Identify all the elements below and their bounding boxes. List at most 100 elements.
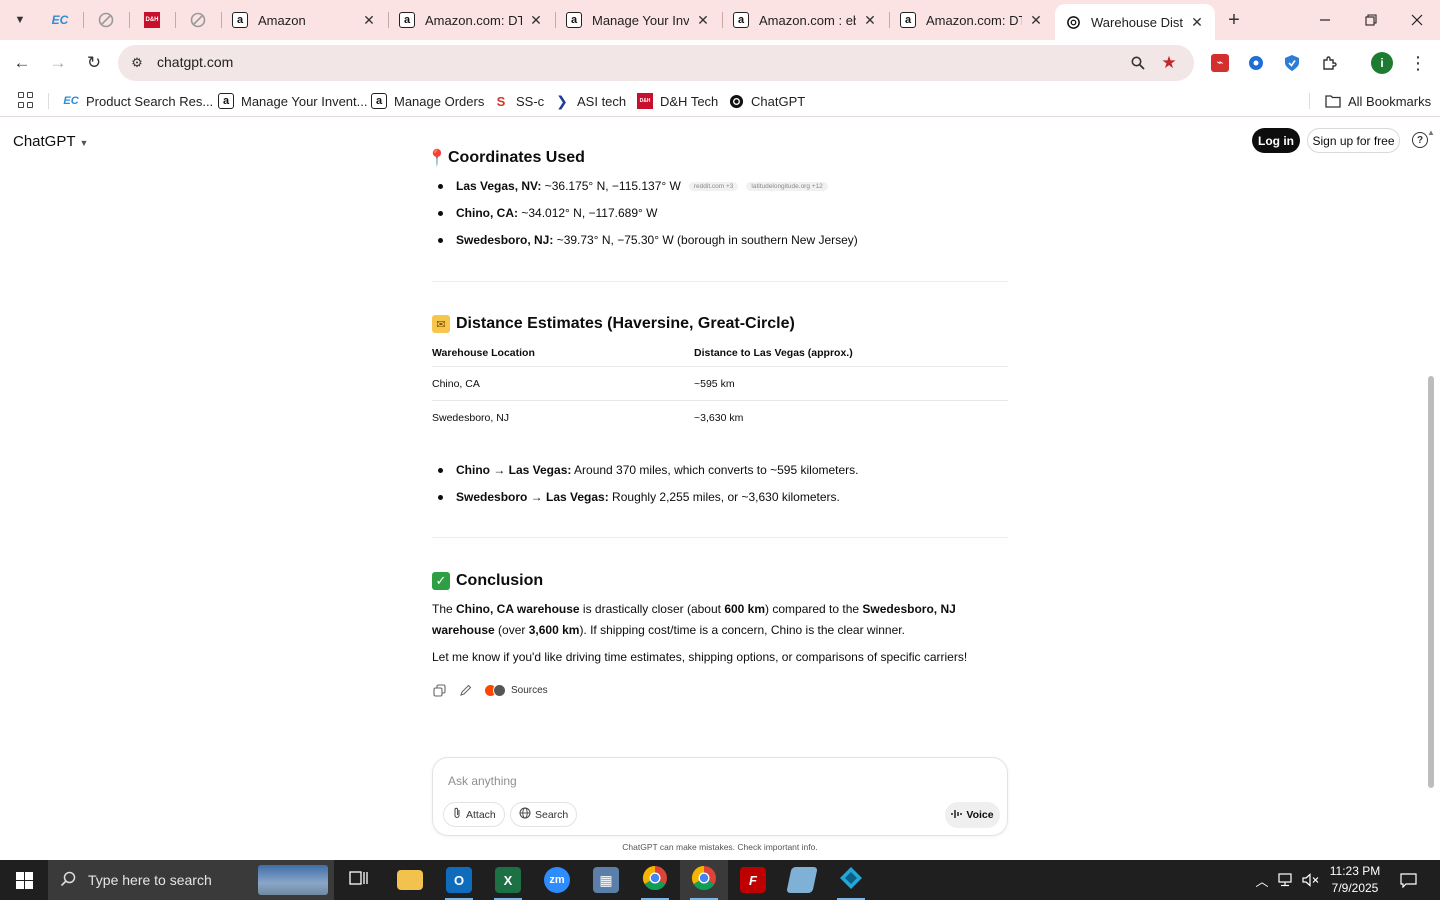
- composer-input[interactable]: Ask anything: [448, 774, 517, 788]
- tab-title: Amazon.com: DTE: [926, 12, 1022, 28]
- bookmark-asi-tech[interactable]: ❯ ASI tech: [554, 91, 626, 111]
- taskbar-zoom[interactable]: zm: [533, 860, 581, 900]
- voice-button[interactable]: Voice: [945, 802, 1000, 828]
- close-tab-icon[interactable]: ✕: [1028, 12, 1044, 28]
- close-tab-icon[interactable]: ✕: [528, 12, 544, 28]
- notifications-icon[interactable]: [1394, 860, 1422, 900]
- text-run: (over: [494, 623, 529, 637]
- tab-amazon-dte[interactable]: a Amazon.com: DTE ✕: [389, 6, 554, 34]
- message-composer[interactable]: Ask anything Attach Search Voice: [432, 757, 1008, 836]
- divider: [432, 537, 1008, 538]
- bookmark-ss-c[interactable]: S SS-c: [493, 91, 545, 111]
- task-view-button[interactable]: [335, 860, 383, 900]
- site-settings-icon[interactable]: ⚙: [128, 54, 146, 72]
- tab-search-button[interactable]: ▼: [8, 8, 32, 32]
- taskbar-outlook[interactable]: O: [435, 860, 483, 900]
- tab-manage-inventory[interactable]: a Manage Your Inve ✕: [556, 6, 721, 34]
- column-header: Distance to Las Vegas (approx.): [694, 347, 853, 359]
- citation-chip[interactable]: latitudelongitude.org +12: [746, 181, 828, 191]
- taskbar-search-box[interactable]: Type here to search: [48, 860, 334, 900]
- sources-button[interactable]: Sources: [484, 683, 548, 697]
- tab-amazon[interactable]: a Amazon ✕: [222, 6, 387, 34]
- tab-amazon-eb[interactable]: a Amazon.com : eb ✕: [723, 6, 888, 34]
- bookmark-star-icon[interactable]: ★: [1158, 52, 1180, 74]
- citation-chip[interactable]: reddit.com +3: [688, 181, 739, 191]
- waveform-icon: [951, 809, 963, 822]
- close-tab-icon[interactable]: ✕: [695, 12, 711, 28]
- taskbar-chrome[interactable]: [631, 860, 679, 900]
- coordinates-heading: 📍 Coordinates Used: [427, 149, 585, 167]
- text-run-bold: Chino, CA warehouse: [456, 602, 580, 616]
- taskbar-app-diamond[interactable]: [827, 860, 875, 900]
- copy-icon[interactable]: [432, 683, 446, 697]
- taskbar-chrome-active[interactable]: [680, 860, 728, 900]
- ec-icon: EC: [63, 95, 79, 107]
- shield-extension-icon[interactable]: [1281, 52, 1303, 74]
- all-bookmarks[interactable]: All Bookmarks: [1325, 91, 1431, 111]
- new-tab-button[interactable]: +: [1222, 8, 1246, 32]
- taskbar-calculator[interactable]: ▦: [582, 860, 630, 900]
- close-tab-icon[interactable]: ✕: [862, 12, 878, 28]
- page-scrollbar[interactable]: ▲: [1426, 128, 1436, 790]
- close-window-button[interactable]: [1403, 6, 1431, 34]
- table-cell: Chino, CA: [432, 378, 480, 390]
- amazon-icon: a: [218, 93, 234, 109]
- model-selector[interactable]: ChatGPT ▼: [13, 133, 88, 150]
- tab-warehouse-distance[interactable]: Warehouse Distan ✕: [1055, 4, 1215, 40]
- login-button[interactable]: Log in: [1252, 128, 1300, 153]
- tab-amazon-dte-2[interactable]: a Amazon.com: DTE ✕: [890, 6, 1054, 34]
- edit-icon[interactable]: [458, 683, 472, 697]
- taskbar-clock[interactable]: 11:23 PM 7/9/2025: [1326, 863, 1384, 897]
- item-label: Swedesboro → Las Vegas:: [456, 490, 609, 504]
- pinned-tab-dh[interactable]: D&H: [140, 8, 164, 32]
- bookmark-manage-inventory[interactable]: a Manage Your Invent...: [218, 91, 367, 111]
- taskbar-app-notepad[interactable]: [778, 860, 826, 900]
- search-toggle-button[interactable]: Search: [510, 802, 578, 827]
- back-button[interactable]: ←: [9, 50, 35, 76]
- chevron-up-icon: ︿: [1255, 873, 1269, 889]
- url-text[interactable]: chatgpt.com: [157, 54, 233, 70]
- minimize-button[interactable]: [1311, 6, 1339, 34]
- address-bar[interactable]: ⚙ chatgpt.com ★: [118, 45, 1194, 81]
- signup-button[interactable]: Sign up for free: [1307, 128, 1400, 153]
- reload-button[interactable]: ↻: [81, 50, 107, 76]
- check-mark-icon: ✓: [432, 572, 450, 590]
- browser-menu-icon[interactable]: ⋮: [1408, 52, 1428, 74]
- taskbar-excel[interactable]: X: [484, 860, 532, 900]
- restore-button[interactable]: [1357, 6, 1385, 34]
- chrome-icon: [691, 865, 717, 896]
- show-hidden-icons-button[interactable]: ︿: [1252, 860, 1272, 900]
- bullet-dot: [438, 210, 443, 216]
- volume-muted-icon[interactable]: [1300, 860, 1322, 900]
- pinned-tab-ec[interactable]: EC: [48, 8, 72, 32]
- taskbar-filezilla[interactable]: F: [729, 860, 777, 900]
- acrobat-extension-icon[interactable]: ⌁: [1209, 52, 1231, 74]
- extensions-puzzle-icon[interactable]: [1318, 52, 1340, 74]
- apps-grid-icon[interactable]: [18, 92, 34, 108]
- start-button[interactable]: [0, 860, 48, 900]
- taskbar-file-explorer[interactable]: [386, 860, 434, 900]
- folder-icon: [397, 870, 423, 890]
- attach-button[interactable]: Attach: [443, 802, 505, 827]
- bookmark-chatgpt[interactable]: ChatGPT: [728, 91, 805, 111]
- zoom-app-icon: zm: [544, 867, 570, 893]
- scroll-up-arrow-icon[interactable]: ▲: [1427, 128, 1435, 137]
- extension-blue-icon[interactable]: [1245, 52, 1267, 74]
- chevron-down-icon: ▼: [79, 137, 89, 148]
- close-tab-icon[interactable]: ✕: [1189, 14, 1205, 30]
- pinned-tab-loading-2[interactable]: [186, 8, 210, 32]
- bookmark-product-search[interactable]: EC Product Search Res...: [63, 91, 213, 111]
- forward-button[interactable]: →: [45, 50, 71, 76]
- close-tab-icon[interactable]: ✕: [361, 12, 377, 28]
- zoom-icon[interactable]: [1128, 53, 1148, 73]
- bullet-dot: [438, 237, 443, 243]
- scroll-thumb[interactable]: [1428, 376, 1434, 788]
- network-icon[interactable]: [1276, 860, 1298, 900]
- tab-title: Amazon: [258, 12, 306, 28]
- pinned-tab-loading[interactable]: [94, 8, 118, 32]
- chatgpt-page: ChatGPT ▼ Log in Sign up for free ? ▲ 📍 …: [0, 118, 1440, 860]
- bookmark-manage-orders[interactable]: a Manage Orders: [371, 91, 484, 111]
- chrome-icon: [642, 865, 668, 896]
- bookmark-dh-tech[interactable]: D&H D&H Tech: [637, 91, 718, 111]
- profile-avatar[interactable]: i: [1371, 52, 1393, 74]
